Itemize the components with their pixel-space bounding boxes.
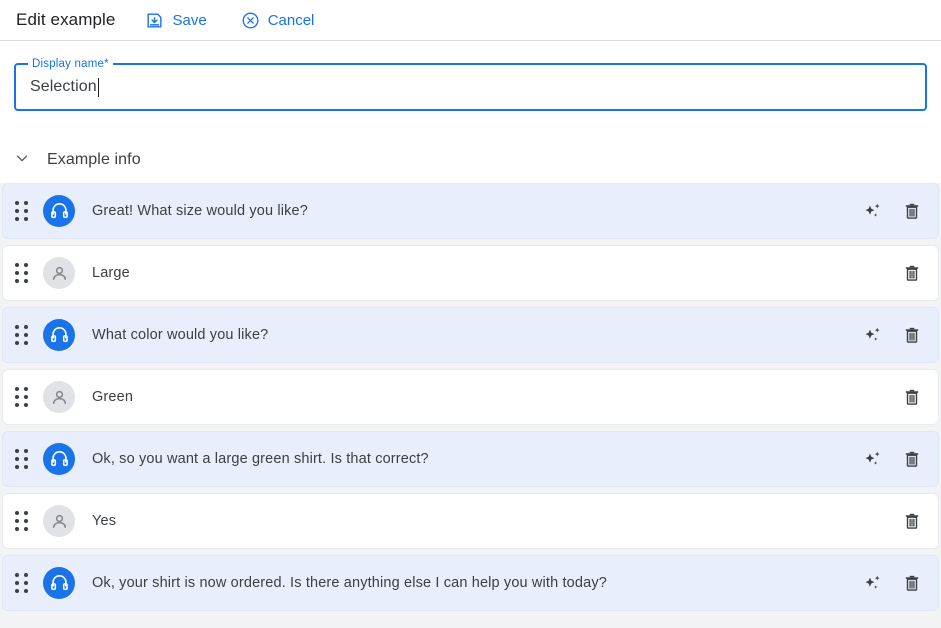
row-actions xyxy=(860,447,924,471)
conversation-row-user[interactable]: Yes xyxy=(2,493,939,549)
cancel-label: Cancel xyxy=(267,11,315,29)
conversation-list: Great! What size would you like? Large W… xyxy=(0,183,941,611)
trash-icon[interactable] xyxy=(900,385,924,409)
cancel-circle-icon xyxy=(241,11,260,30)
page-title: Edit example xyxy=(16,10,116,29)
conversation-row-text: Ok, your shirt is now ordered. Is there … xyxy=(92,575,607,591)
conversation-row-agent[interactable]: Ok, so you want a large green shirt. Is … xyxy=(2,431,939,487)
row-actions xyxy=(860,323,924,347)
save-label: Save xyxy=(172,11,207,29)
drag-handle-icon[interactable] xyxy=(15,509,31,533)
cancel-button[interactable]: Cancel xyxy=(239,9,317,32)
row-actions xyxy=(860,571,924,595)
drag-handle-icon[interactable] xyxy=(15,447,31,471)
row-actions xyxy=(900,261,924,285)
trash-icon[interactable] xyxy=(900,571,924,595)
conversation-row-agent[interactable]: What color would you like? xyxy=(2,307,939,363)
sparkle-icon[interactable] xyxy=(860,199,884,223)
headset-icon xyxy=(43,319,75,351)
example-info-title: Example info xyxy=(47,151,141,168)
row-actions xyxy=(900,385,924,409)
drag-handle-icon[interactable] xyxy=(15,385,31,409)
conversation-row-user[interactable]: Green xyxy=(2,369,939,425)
example-info-section-header[interactable]: Example info xyxy=(0,137,941,183)
person-icon xyxy=(43,257,75,289)
chevron-down-icon[interactable] xyxy=(13,149,31,172)
display-name-input-wrap[interactable]: Selection xyxy=(30,65,99,109)
drag-handle-icon[interactable] xyxy=(15,261,31,285)
trash-icon[interactable] xyxy=(900,199,924,223)
display-name-input[interactable]: Selection xyxy=(30,78,97,96)
text-caret xyxy=(97,77,99,97)
save-button[interactable]: Save xyxy=(143,9,208,32)
conversation-row-agent[interactable]: Ok, your shirt is now ordered. Is there … xyxy=(2,555,939,611)
form-area: Display name* Selection xyxy=(0,41,941,137)
row-actions xyxy=(900,509,924,533)
person-icon xyxy=(43,505,75,537)
conversation-row-text: Ok, so you want a large green shirt. Is … xyxy=(92,451,429,467)
conversation-row-text: Large xyxy=(92,265,130,281)
sparkle-icon[interactable] xyxy=(860,323,884,347)
trash-icon[interactable] xyxy=(900,261,924,285)
app-header: Edit example Save Cancel xyxy=(0,0,941,41)
row-actions xyxy=(860,199,924,223)
conversation-row-user[interactable]: Large xyxy=(2,245,939,301)
drag-handle-icon[interactable] xyxy=(15,323,31,347)
display-name-field[interactable]: Display name* Selection xyxy=(14,57,927,111)
conversation-row-text: Green xyxy=(92,389,134,405)
conversation-row-agent[interactable]: Great! What size would you like? xyxy=(2,183,939,239)
headset-icon xyxy=(43,195,75,227)
person-icon xyxy=(43,381,75,413)
trash-icon[interactable] xyxy=(900,509,924,533)
conversation-row-text: Great! What size would you like? xyxy=(92,203,308,219)
trash-icon[interactable] xyxy=(900,447,924,471)
sparkle-icon[interactable] xyxy=(860,447,884,471)
save-icon xyxy=(145,11,164,30)
headset-icon xyxy=(43,567,75,599)
drag-handle-icon[interactable] xyxy=(15,199,31,223)
sparkle-icon[interactable] xyxy=(860,571,884,595)
drag-handle-icon[interactable] xyxy=(15,571,31,595)
headset-icon xyxy=(43,443,75,475)
conversation-row-text: Yes xyxy=(92,513,117,529)
trash-icon[interactable] xyxy=(900,323,924,347)
conversation-row-text: What color would you like? xyxy=(92,327,269,343)
